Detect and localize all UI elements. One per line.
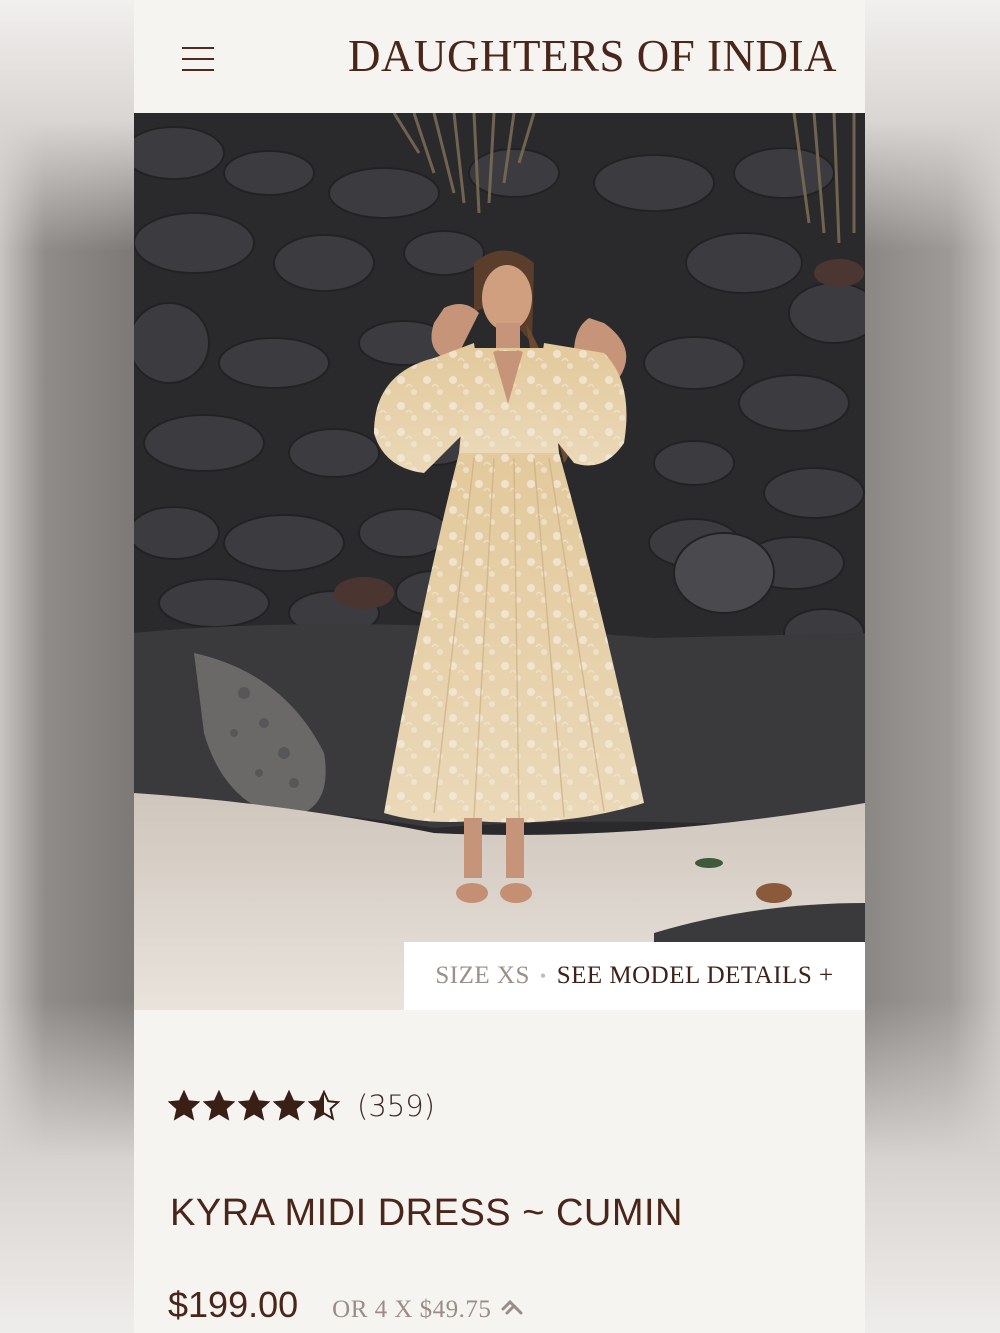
product-rating[interactable]: (359) [168,1086,435,1126]
price-row: $199.00 OR 4 X $49.75 [168,1284,525,1333]
installment-offer[interactable]: OR 4 X $49.75 [332,1296,525,1324]
product-price: $199.00 [168,1284,299,1325]
installment-text: OR 4 X $49.75 [332,1296,492,1323]
hamburger-menu-line [182,69,214,71]
product-page: DAUGHTERS OF INDIA SIZE XS • SEE MODEL D… [134,0,865,1333]
review-count[interactable]: (359) [357,1089,435,1123]
site-header: DAUGHTERS OF INDIA [134,0,865,113]
half-star-icon [308,1090,340,1121]
separator-dot: • [539,965,547,986]
rating-stars [168,1090,343,1122]
model-size-label: SIZE XS [435,962,530,989]
hamburger-menu-icon [182,47,214,49]
product-image[interactable]: SIZE XS • SEE MODEL DETAILS + [134,113,865,1010]
star-icon [273,1090,305,1121]
hamburger-menu-line [182,58,214,60]
model-details-bar[interactable]: SIZE XS • SEE MODEL DETAILS + [404,942,865,1010]
see-model-details-button[interactable]: SEE MODEL DETAILS + [557,962,834,990]
afterpay-icon [501,1299,523,1315]
product-title: KYRA MIDI DRESS ~ CUMIN [170,1192,683,1234]
menu-button[interactable] [178,42,218,76]
product-photo-model-in-dress [134,113,865,1010]
brand-logo[interactable]: DAUGHTERS OF INDIA [348,30,837,82]
star-icon [203,1090,235,1121]
star-icon [238,1090,270,1121]
star-icon [168,1090,200,1121]
